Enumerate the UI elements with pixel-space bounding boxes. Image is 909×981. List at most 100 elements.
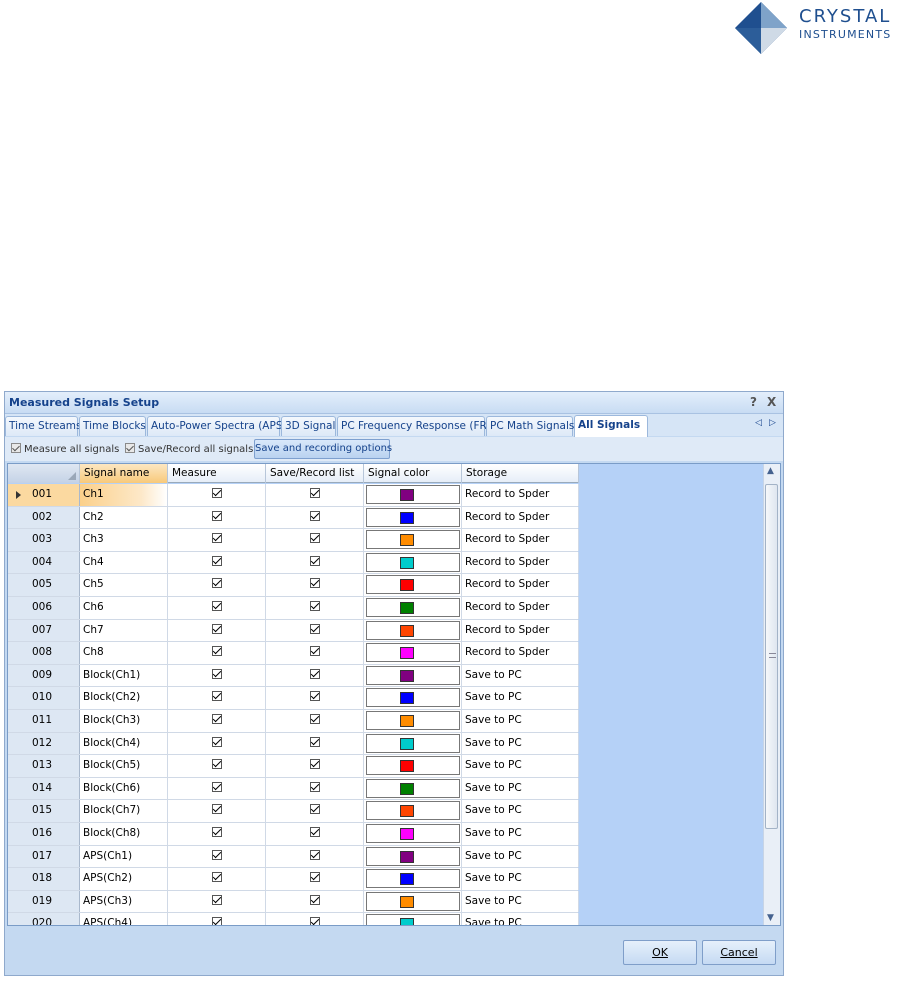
- tab-frf[interactable]: PC Frequency Response (FRF): [337, 416, 497, 436]
- row-number[interactable]: 003: [8, 529, 80, 551]
- help-button[interactable]: ?: [750, 395, 757, 409]
- row-number[interactable]: 008: [8, 642, 80, 664]
- signal-color-cell[interactable]: [364, 868, 462, 890]
- column-header-signal-name[interactable]: Signal name: [80, 464, 168, 483]
- measure-cell[interactable]: [168, 913, 266, 925]
- color-picker[interactable]: [366, 914, 460, 925]
- measure-cell[interactable]: [168, 506, 266, 529]
- signal-color-cell[interactable]: [364, 619, 462, 642]
- column-header-measure[interactable]: Measure: [168, 464, 266, 483]
- signal-name-cell[interactable]: Block(Ch7): [80, 800, 168, 822]
- save-record-checkbox[interactable]: [310, 894, 320, 905]
- color-picker[interactable]: [366, 665, 460, 685]
- row-number[interactable]: 015: [8, 800, 80, 822]
- select-all-corner[interactable]: [8, 464, 80, 483]
- tab-3d-signal[interactable]: 3D Signal: [281, 416, 336, 436]
- table-row[interactable]: 016 Block(Ch8) Save to PC: [8, 822, 579, 846]
- measure-checkbox[interactable]: [212, 736, 222, 747]
- tab-scroll-left-icon[interactable]: ◁: [755, 418, 762, 428]
- measure-cell[interactable]: [168, 529, 266, 551]
- measure-checkbox[interactable]: [212, 759, 222, 770]
- measure-checkbox[interactable]: [212, 488, 222, 498]
- row-number[interactable]: 020: [8, 913, 80, 925]
- save-record-checkbox[interactable]: [310, 691, 320, 702]
- measure-cell[interactable]: [168, 777, 266, 800]
- storage-cell[interactable]: Record to Spder: [462, 596, 579, 619]
- storage-cell[interactable]: Save to PC: [462, 709, 579, 732]
- measure-cell[interactable]: [168, 890, 266, 913]
- save-record-cell[interactable]: [266, 574, 364, 596]
- save-record-cell[interactable]: [266, 484, 364, 506]
- measure-cell[interactable]: [168, 574, 266, 596]
- save-record-checkbox[interactable]: [310, 510, 320, 521]
- save-record-checkbox[interactable]: [310, 646, 320, 657]
- color-picker[interactable]: [366, 530, 460, 550]
- table-row[interactable]: 002 Ch2 Record to Spder: [8, 506, 579, 530]
- measure-cell[interactable]: [168, 709, 266, 732]
- measure-checkbox[interactable]: [212, 894, 222, 905]
- measure-checkbox[interactable]: [212, 917, 222, 925]
- table-row[interactable]: 020 APS(Ch4) Save to PC: [8, 913, 579, 925]
- signal-name-cell[interactable]: Block(Ch3): [80, 709, 168, 732]
- measure-cell[interactable]: [168, 755, 266, 777]
- save-record-checkbox[interactable]: [310, 713, 320, 724]
- table-row[interactable]: 009 Block(Ch1) Save to PC: [8, 664, 579, 688]
- save-record-cell[interactable]: [266, 664, 364, 687]
- measure-cell[interactable]: [168, 800, 266, 822]
- color-picker[interactable]: [366, 688, 460, 708]
- table-row[interactable]: 018 APS(Ch2) Save to PC: [8, 868, 579, 891]
- table-row[interactable]: 001 Ch1 Record to Spder: [8, 484, 579, 507]
- measure-checkbox[interactable]: [212, 600, 222, 611]
- tab-all-signals[interactable]: All Signals: [574, 415, 648, 437]
- color-picker[interactable]: [366, 801, 460, 821]
- save-record-checkbox[interactable]: [310, 736, 320, 747]
- measure-checkbox[interactable]: [212, 578, 222, 589]
- column-header-signal-color[interactable]: Signal color: [364, 464, 462, 483]
- save-record-cell[interactable]: [266, 868, 364, 890]
- storage-cell[interactable]: Save to PC: [462, 777, 579, 800]
- tab-aps[interactable]: Auto-Power Spectra (APS): [147, 416, 287, 436]
- vertical-scrollbar[interactable]: ▲ ▼: [763, 464, 780, 925]
- signal-color-cell[interactable]: [364, 484, 462, 506]
- signal-name-cell[interactable]: Block(Ch2): [80, 687, 168, 709]
- table-row[interactable]: 005 Ch5 Record to Spder: [8, 574, 579, 597]
- color-picker[interactable]: [366, 756, 460, 776]
- row-number[interactable]: 001: [8, 484, 80, 506]
- row-number[interactable]: 013: [8, 755, 80, 777]
- row-number[interactable]: 004: [8, 551, 80, 574]
- color-picker[interactable]: [366, 891, 460, 911]
- table-row[interactable]: 017 APS(Ch1) Save to PC: [8, 845, 579, 869]
- color-picker[interactable]: [366, 643, 460, 663]
- tab-scroll-right-icon[interactable]: ▷: [769, 418, 776, 428]
- row-number[interactable]: 012: [8, 732, 80, 755]
- table-row[interactable]: 011 Block(Ch3) Save to PC: [8, 709, 579, 733]
- save-record-cell[interactable]: [266, 551, 364, 574]
- color-picker[interactable]: [366, 552, 460, 572]
- save-record-cell[interactable]: [266, 777, 364, 800]
- measure-checkbox[interactable]: [212, 533, 222, 544]
- scroll-up-icon[interactable]: ▲: [767, 466, 774, 476]
- measure-checkbox[interactable]: [212, 555, 222, 566]
- signal-name-cell[interactable]: APS(Ch1): [80, 845, 168, 868]
- measure-checkbox[interactable]: [212, 623, 222, 634]
- measure-cell[interactable]: [168, 596, 266, 619]
- signal-name-cell[interactable]: Ch4: [80, 551, 168, 574]
- color-picker[interactable]: [366, 846, 460, 866]
- signal-color-cell[interactable]: [364, 506, 462, 529]
- signal-name-cell[interactable]: Ch5: [80, 574, 168, 596]
- storage-cell[interactable]: Save to PC: [462, 732, 579, 755]
- tab-pc-math-signals[interactable]: PC Math Signals: [486, 416, 574, 436]
- save-record-checkbox[interactable]: [310, 533, 320, 544]
- save-all-checkbox[interactable]: Save/Record all signals: [125, 443, 253, 455]
- save-record-cell[interactable]: [266, 800, 364, 822]
- row-number[interactable]: 005: [8, 574, 80, 596]
- table-row[interactable]: 003 Ch3 Record to Spder: [8, 529, 579, 552]
- save-record-checkbox[interactable]: [310, 555, 320, 566]
- signal-name-cell[interactable]: Block(Ch4): [80, 732, 168, 755]
- row-number[interactable]: 002: [8, 506, 80, 529]
- storage-cell[interactable]: Record to Spder: [462, 642, 579, 664]
- close-button[interactable]: X: [767, 395, 776, 409]
- scrollbar-thumb[interactable]: [765, 484, 778, 829]
- measure-checkbox[interactable]: [212, 849, 222, 860]
- color-picker[interactable]: [366, 778, 460, 798]
